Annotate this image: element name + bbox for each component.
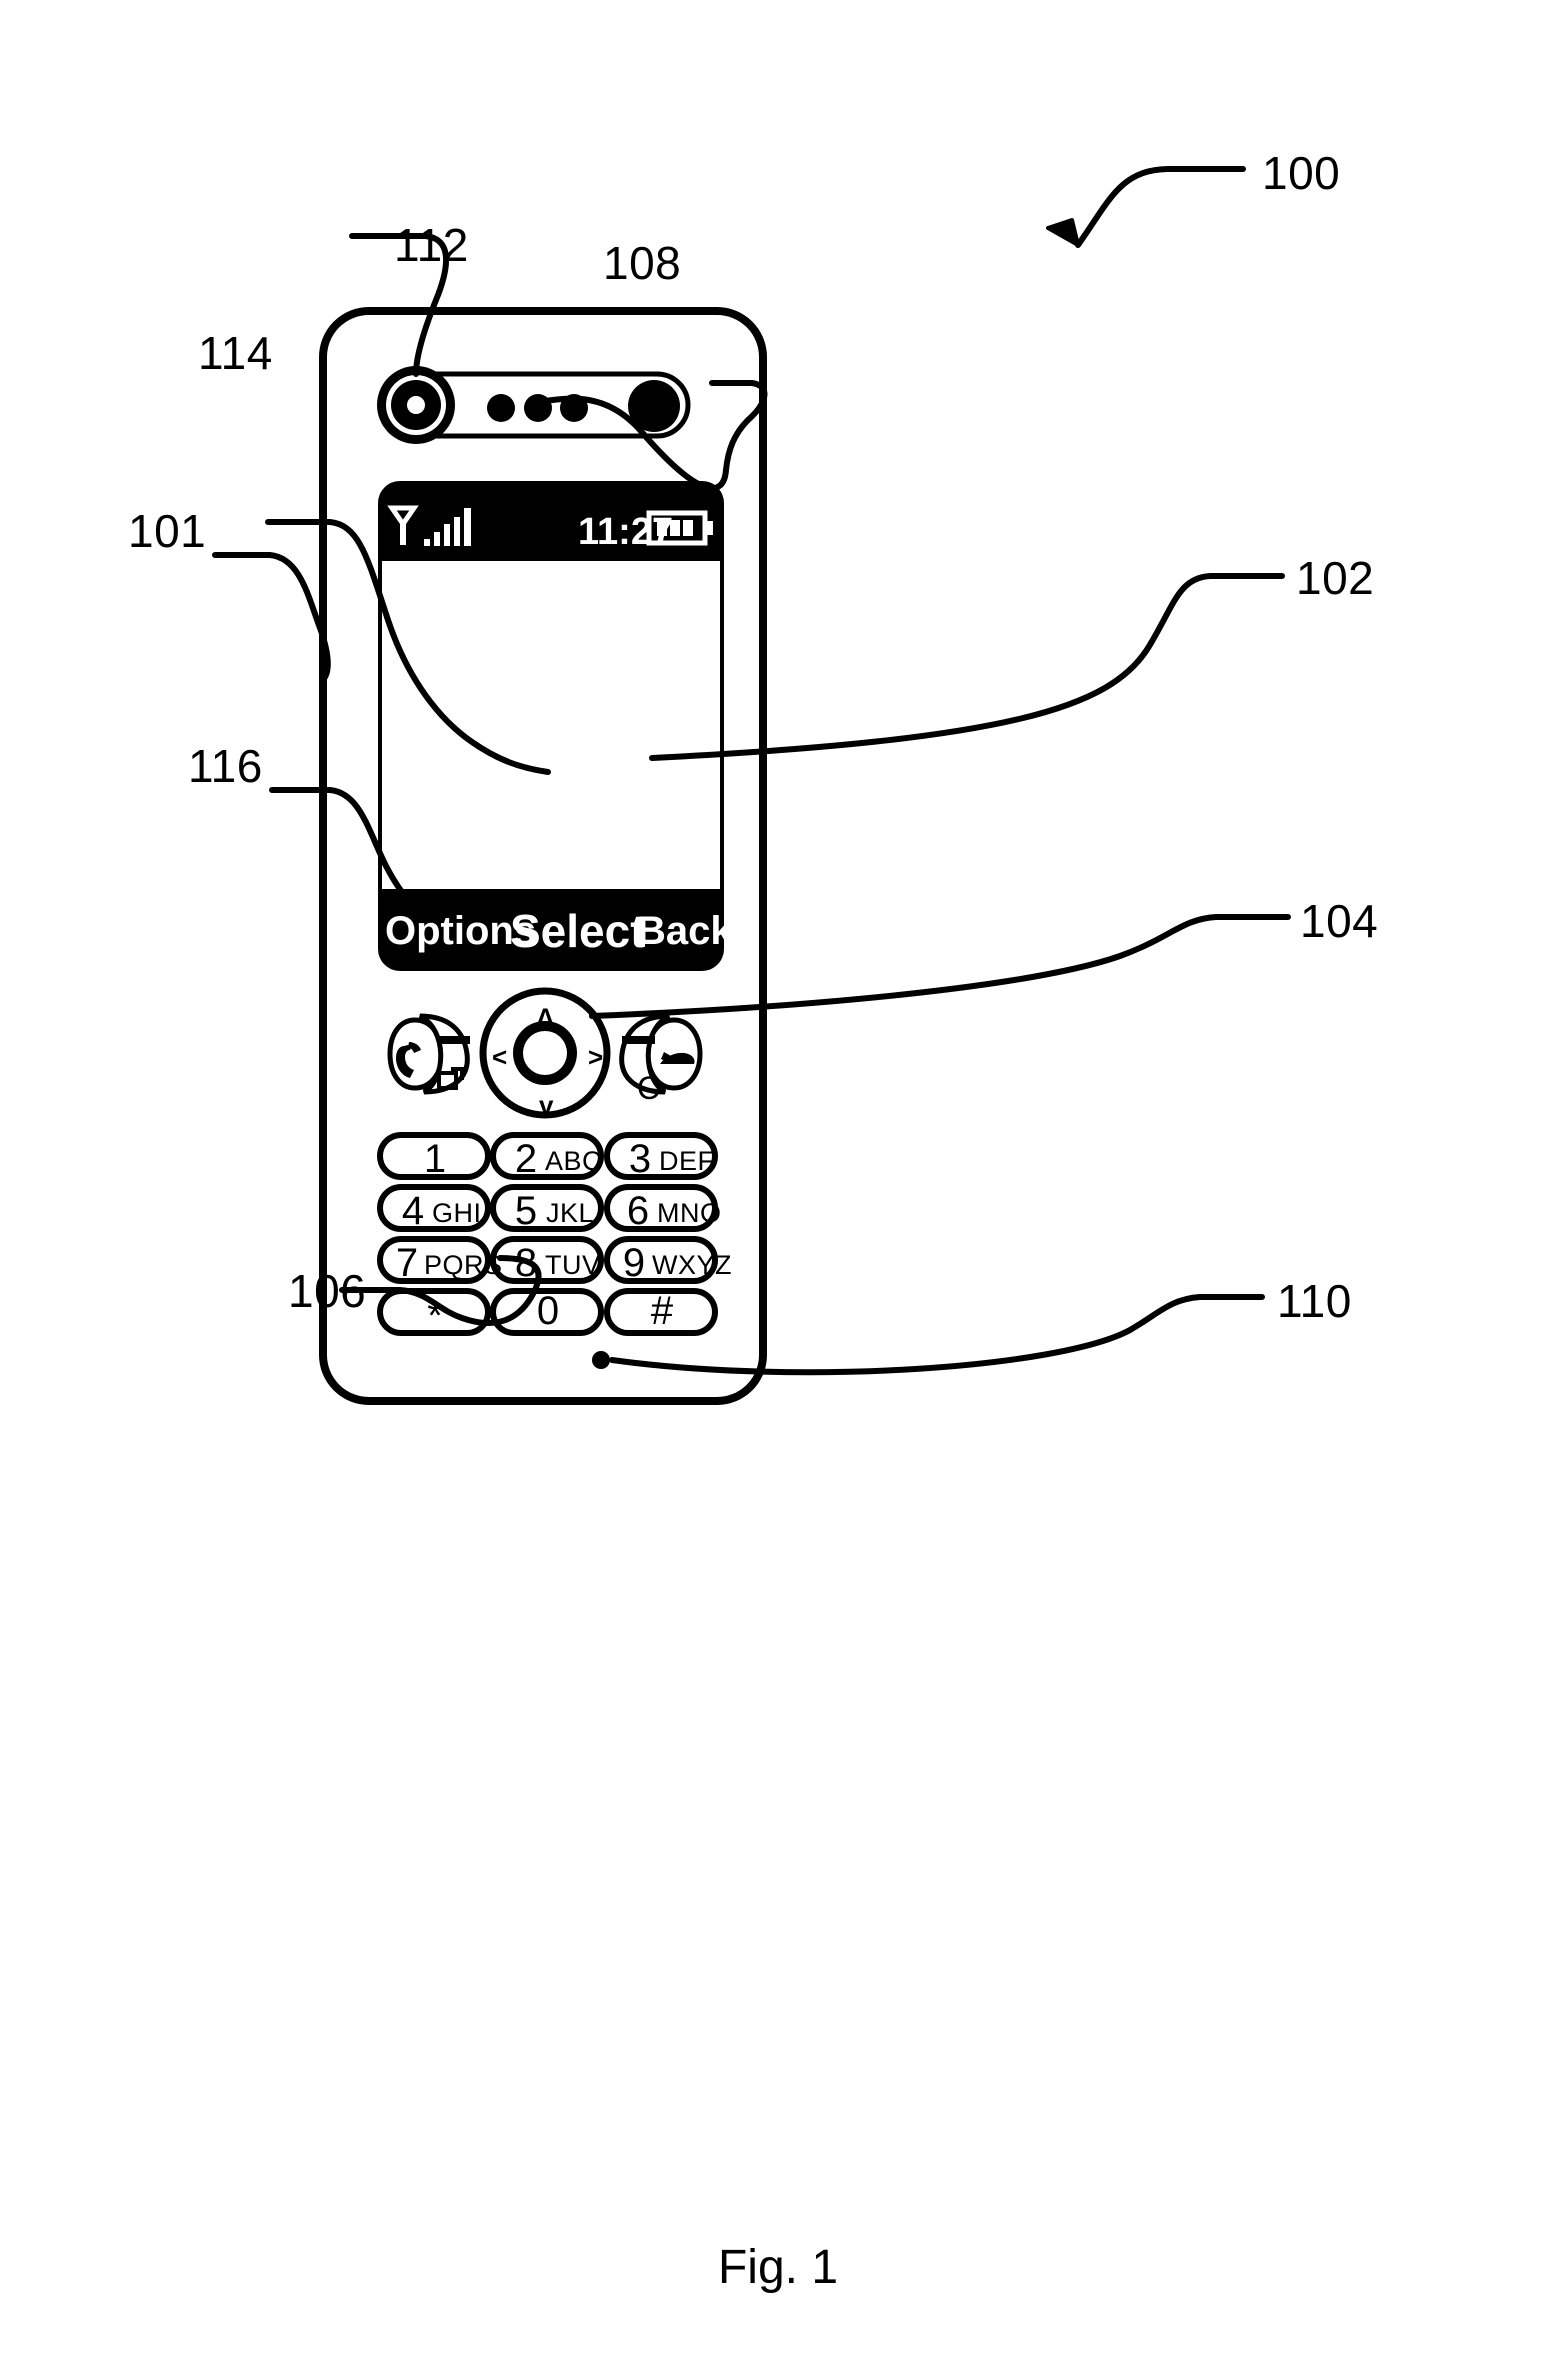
nav-left-icon[interactable]: < (492, 1044, 507, 1070)
key-3-letters: DEF (659, 1146, 715, 1176)
nav-right-icon[interactable]: > (588, 1044, 603, 1070)
key-6-letters: MNO (657, 1198, 722, 1228)
key-3-digit[interactable]: 3 (626, 1139, 654, 1179)
key-9-letters: WXYZ (652, 1250, 732, 1280)
leader-100 (1075, 166, 1246, 248)
right-softkey[interactable] (619, 1013, 703, 1095)
ref-numeral-101: 101 (128, 505, 207, 557)
softkey-select-label[interactable]: Select (510, 908, 646, 954)
key-hash-digit[interactable]: # (642, 1291, 682, 1331)
key-1-digit[interactable]: 1 (415, 1139, 455, 1179)
figure-caption: Fig. 1 (717, 2241, 839, 2294)
microphone-icon (592, 1351, 610, 1369)
key-7-letters: PQRS (424, 1250, 503, 1280)
key-2-digit[interactable]: 2 (512, 1139, 540, 1179)
ref-numeral-102: 102 (1296, 552, 1375, 604)
nav-down-icon[interactable]: v (539, 1092, 553, 1118)
display-area[interactable] (382, 561, 720, 889)
leader-101 (212, 552, 331, 683)
ref-numeral-112: 112 (394, 219, 469, 271)
key-2-letters: ABC (545, 1146, 603, 1176)
camera-lens-icon (377, 366, 455, 444)
ref-numeral-110: 110 (1277, 1275, 1352, 1327)
patent-figure-root: 11:27 Options Select Back ʌ v < > C 1 2 … (0, 0, 1556, 2365)
key-star-digit[interactable]: * (415, 1296, 455, 1336)
key-5-digit[interactable]: 5 (512, 1191, 540, 1231)
key-0-digit[interactable]: 0 (528, 1291, 568, 1331)
key-8-letters: TUV (545, 1250, 601, 1280)
status-bar-time: 11:27 (578, 511, 674, 553)
ref-numeral-100: 100 (1262, 147, 1341, 199)
key-4-digit[interactable]: 4 (399, 1191, 427, 1231)
key-6-digit[interactable]: 6 (624, 1191, 652, 1231)
ref-numeral-108: 108 (603, 237, 682, 289)
leader-100-arrowhead (1046, 218, 1080, 247)
left-softkey[interactable] (387, 1013, 470, 1095)
key-7-digit[interactable]: 7 (393, 1243, 421, 1283)
ref-numeral-114: 114 (198, 327, 273, 379)
key-4-letters: GHI (432, 1198, 482, 1228)
nav-up-icon[interactable]: ʌ (538, 1000, 552, 1026)
ref-numeral-104: 104 (1300, 895, 1379, 947)
softkey-back-label[interactable]: Back (637, 911, 733, 951)
key-9-digit[interactable]: 9 (620, 1243, 648, 1283)
clear-key-label[interactable]: C (637, 1072, 660, 1104)
ref-numeral-106: 106 (288, 1265, 367, 1317)
key-8-digit[interactable]: 8 (512, 1243, 540, 1283)
ref-numeral-116: 116 (188, 740, 263, 792)
key-5-letters: JKL (546, 1198, 595, 1228)
